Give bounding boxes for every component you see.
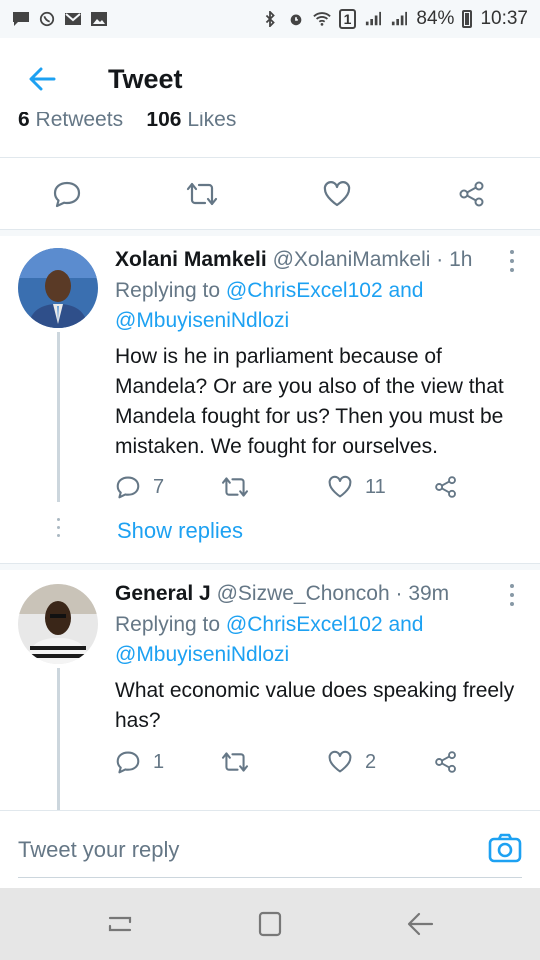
- reply-header: Xolani Mamkeli @XolaniMamkeli · 1h: [115, 246, 522, 274]
- reply-button[interactable]: [49, 178, 85, 210]
- replying-to: Replying to @ChrisExcel102 and @Mbuyisen…: [115, 610, 522, 670]
- reply-count: 1: [153, 750, 165, 773]
- likes-count[interactable]: 106: [146, 112, 181, 131]
- battery-icon: [462, 10, 473, 28]
- retweet-icon: [221, 477, 249, 497]
- input-underline: [18, 877, 522, 878]
- more-options-button[interactable]: [508, 250, 516, 272]
- replying-prefix: Replying to: [115, 279, 221, 302]
- retweets-count[interactable]: 6: [18, 112, 30, 131]
- tweet-actions: [0, 158, 540, 230]
- replying-prefix: Replying to: [115, 613, 221, 636]
- retweet-button[interactable]: [220, 746, 262, 778]
- reply-icon: [53, 181, 81, 208]
- reply-actions: 1 2: [115, 746, 522, 778]
- heart-icon: [323, 181, 351, 207]
- author-name[interactable]: Xolani Mamkeli: [115, 248, 267, 271]
- share-button[interactable]: [433, 471, 459, 503]
- system-nav-bar: [0, 888, 540, 960]
- share-icon: [459, 181, 484, 207]
- sim-badge: 1: [338, 9, 357, 29]
- retweet-button[interactable]: [184, 178, 220, 210]
- signal-icon-2: [392, 11, 408, 26]
- like-count: 11: [365, 475, 386, 498]
- likes-label[interactable]: Likes: [187, 112, 236, 131]
- tweet-stats: 6 Retweets 106 Likes: [18, 112, 538, 140]
- battery-percent: 84%: [416, 8, 455, 29]
- share-icon: [435, 751, 456, 773]
- page-title: Tweet: [108, 63, 183, 94]
- back-arrow-icon: [29, 67, 56, 91]
- avatar[interactable]: [18, 584, 98, 664]
- reply-composer: Tweet your reply: [0, 810, 540, 888]
- like-button[interactable]: 2: [327, 746, 376, 778]
- signal-icon: [366, 11, 382, 26]
- reply-button[interactable]: 7: [115, 471, 164, 503]
- retweet-icon: [221, 752, 249, 772]
- back-button[interactable]: [0, 38, 84, 120]
- avatar[interactable]: [18, 248, 98, 328]
- thread-continuation: [57, 518, 60, 537]
- retweet-button[interactable]: [220, 471, 262, 503]
- reply-text: What economic value does speaking freely…: [115, 679, 515, 732]
- clock: 10:37: [480, 8, 528, 29]
- reply-input[interactable]: Tweet your reply: [18, 837, 458, 863]
- author-handle[interactable]: @XolaniMamkeli · 1h: [273, 248, 473, 271]
- recent-apps-button[interactable]: [104, 910, 136, 938]
- recent-apps-icon: [108, 916, 132, 932]
- show-replies-link[interactable]: Show replies: [117, 518, 243, 544]
- retweet-icon: [186, 182, 218, 206]
- reply-card[interactable]: Xolani Mamkeli @XolaniMamkeli · 1h Reply…: [0, 236, 540, 563]
- like-button[interactable]: 11: [327, 471, 386, 503]
- gallery-icon: [91, 12, 107, 26]
- author-name[interactable]: General J: [115, 582, 211, 605]
- replying-to: Replying to @ChrisExcel102 and @Mbuyisen…: [115, 276, 522, 336]
- thread-line: [57, 332, 60, 502]
- heart-icon: [328, 750, 352, 773]
- reply-icon: [116, 751, 140, 774]
- retweets-label[interactable]: Retweets: [36, 112, 124, 131]
- status-left-icons: [12, 11, 108, 27]
- bluetooth-icon: [265, 11, 275, 27]
- app-header: Tweet: [0, 38, 540, 120]
- like-button[interactable]: [319, 178, 355, 210]
- camera-button[interactable]: [488, 831, 522, 865]
- alarm-icon: [290, 14, 301, 26]
- like-count: 2: [365, 750, 377, 773]
- wifi-icon: [312, 12, 331, 26]
- home-button[interactable]: [254, 910, 286, 938]
- reply-count: 7: [153, 475, 165, 498]
- avatar-image: [18, 248, 98, 328]
- system-back-icon: [407, 912, 434, 936]
- whatsapp-icon: [39, 11, 55, 27]
- reply-text: How is he in parliament because of Mande…: [115, 345, 504, 458]
- share-icon: [435, 476, 456, 498]
- author-handle[interactable]: @Sizwe_Choncoh · 39m: [217, 582, 450, 605]
- home-icon: [258, 911, 282, 937]
- reply-icon: [116, 476, 140, 499]
- system-back-button[interactable]: [404, 910, 436, 938]
- reply-card[interactable]: General J @Sizwe_Choncoh · 39m Replying …: [0, 570, 540, 810]
- share-button[interactable]: [454, 178, 490, 210]
- reply-button[interactable]: 1: [115, 746, 164, 778]
- share-button[interactable]: [433, 746, 459, 778]
- status-bar: 1 84% 10:37: [0, 0, 540, 38]
- status-right-icons: 1 84% 10:37: [261, 8, 528, 30]
- reply-header: General J @Sizwe_Choncoh · 39m: [115, 580, 522, 608]
- reply-actions: 7 11: [115, 471, 522, 503]
- heart-icon: [328, 475, 352, 498]
- message-icon: [13, 12, 29, 26]
- gmail-icon: [65, 13, 81, 25]
- more-options-button[interactable]: [508, 584, 516, 606]
- camera-icon: [488, 833, 522, 863]
- avatar-image: [18, 584, 98, 664]
- thread-line: [57, 668, 60, 810]
